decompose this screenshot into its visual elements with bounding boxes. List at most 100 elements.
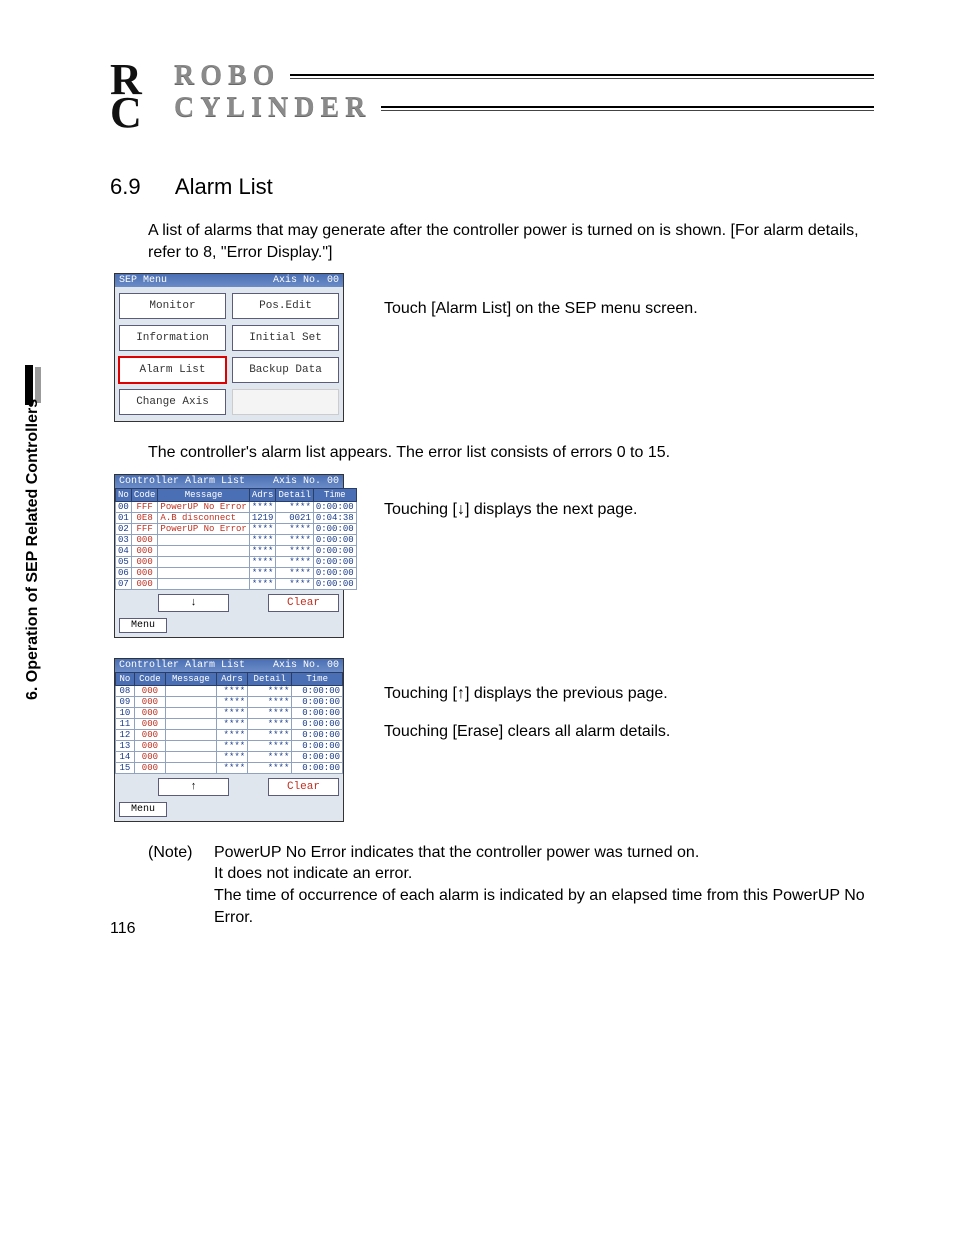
column-header: Adrs bbox=[249, 488, 276, 501]
table-row: 07000********0:00:00 bbox=[116, 578, 357, 589]
sep-menu-button[interactable]: Information bbox=[119, 325, 226, 351]
cell: **** bbox=[216, 740, 247, 751]
cell: PowerUP No Error bbox=[158, 523, 249, 534]
cell: 0:00:00 bbox=[313, 534, 356, 545]
section-title-text: Alarm List bbox=[175, 174, 273, 199]
note-line: It does not indicate an error. bbox=[214, 863, 874, 885]
cell: FFF bbox=[131, 501, 158, 512]
clear-button[interactable]: Clear bbox=[268, 594, 339, 612]
menu-button[interactable]: Menu bbox=[119, 618, 167, 633]
table-row: 08000********0:00:00 bbox=[116, 685, 343, 696]
cell: 000 bbox=[131, 545, 158, 556]
cell: **** bbox=[216, 762, 247, 773]
brand-word-robo: ROBO bbox=[174, 60, 280, 92]
page-down-button[interactable]: ↓ bbox=[158, 594, 229, 612]
table-row: 09000********0:00:00 bbox=[116, 696, 343, 707]
note-line: The time of occurrence of each alarm is … bbox=[214, 885, 874, 928]
column-header: No bbox=[116, 672, 135, 685]
panel-title: Controller Alarm List bbox=[119, 660, 245, 671]
cell: 0E8 bbox=[131, 512, 158, 523]
cell: **** bbox=[249, 567, 276, 578]
cell: **** bbox=[248, 729, 292, 740]
cell: **** bbox=[249, 523, 276, 534]
cell: PowerUP No Error bbox=[158, 501, 249, 512]
brand-header: R C ROBO CYLINDER bbox=[110, 60, 874, 124]
sep-menu-button[interactable]: Initial Set bbox=[232, 325, 339, 351]
cell: 0:00:00 bbox=[313, 523, 356, 534]
cell: 000 bbox=[134, 762, 165, 773]
page-up-button[interactable]: ↑ bbox=[158, 778, 229, 796]
cell: **** bbox=[249, 501, 276, 512]
cell: 0:00:00 bbox=[313, 501, 356, 512]
sep-menu-button bbox=[232, 389, 339, 415]
table-row: 00FFFPowerUP No Error********0:00:00 bbox=[116, 501, 357, 512]
panel-axis: Axis No. 00 bbox=[273, 275, 339, 286]
cell bbox=[158, 556, 249, 567]
column-header: Message bbox=[158, 488, 249, 501]
cell: 0:00:00 bbox=[292, 685, 343, 696]
cell: 0:00:00 bbox=[313, 567, 356, 578]
sep-menu-button[interactable]: Backup Data bbox=[232, 357, 339, 383]
cell bbox=[158, 534, 249, 545]
cell: 02 bbox=[116, 523, 132, 534]
cell: **** bbox=[216, 718, 247, 729]
cell: 0:00:00 bbox=[313, 545, 356, 556]
cell: **** bbox=[216, 751, 247, 762]
cell: FFF bbox=[131, 523, 158, 534]
cell: **** bbox=[276, 501, 313, 512]
cell: 000 bbox=[134, 718, 165, 729]
step-3-caption-a: Touching [↑] displays the previous page. bbox=[384, 682, 670, 706]
cell bbox=[166, 718, 217, 729]
cell: 000 bbox=[131, 556, 158, 567]
note-block: (Note) PowerUP No Error indicates that t… bbox=[148, 842, 874, 928]
menu-button[interactable]: Menu bbox=[119, 802, 167, 817]
cell bbox=[166, 751, 217, 762]
table-row: 11000********0:00:00 bbox=[116, 718, 343, 729]
cell: 000 bbox=[131, 534, 158, 545]
cell: 0:00:00 bbox=[292, 751, 343, 762]
cell: **** bbox=[248, 696, 292, 707]
cell bbox=[166, 762, 217, 773]
clear-button[interactable]: Clear bbox=[268, 778, 339, 796]
table-row: 02FFFPowerUP No Error********0:00:00 bbox=[116, 523, 357, 534]
alarm-list-screenshot-2: Controller Alarm List Axis No. 00 NoCode… bbox=[114, 658, 344, 822]
cell: **** bbox=[248, 762, 292, 773]
cell: 0:00:00 bbox=[292, 740, 343, 751]
cell: 15 bbox=[116, 762, 135, 773]
page-number: 116 bbox=[110, 920, 136, 938]
cell: **** bbox=[249, 556, 276, 567]
cell: 0:00:00 bbox=[313, 578, 356, 589]
column-header: Code bbox=[131, 488, 158, 501]
cell: **** bbox=[248, 707, 292, 718]
cell: 000 bbox=[134, 729, 165, 740]
cell: 000 bbox=[134, 707, 165, 718]
cell bbox=[166, 685, 217, 696]
cell: 1219 bbox=[249, 512, 276, 523]
sep-menu-button[interactable]: Pos.Edit bbox=[232, 293, 339, 319]
panel-axis: Axis No. 00 bbox=[273, 476, 339, 487]
cell: 000 bbox=[134, 685, 165, 696]
cell: **** bbox=[276, 578, 313, 589]
cell: **** bbox=[276, 567, 313, 578]
cell: 03 bbox=[116, 534, 132, 545]
brand-word-cylinder: CYLINDER bbox=[174, 92, 371, 124]
sep-menu-button[interactable]: Monitor bbox=[119, 293, 226, 319]
cell: **** bbox=[276, 534, 313, 545]
table-row: 14000********0:00:00 bbox=[116, 751, 343, 762]
panel-title: Controller Alarm List bbox=[119, 476, 245, 487]
sep-menu-button[interactable]: Alarm List bbox=[119, 357, 226, 383]
column-header: Time bbox=[313, 488, 356, 501]
sep-menu-button[interactable]: Change Axis bbox=[119, 389, 226, 415]
cell: 11 bbox=[116, 718, 135, 729]
step-2-caption: Touching [↓] displays the next page. bbox=[384, 474, 638, 522]
cell: **** bbox=[248, 718, 292, 729]
cell: 07 bbox=[116, 578, 132, 589]
column-header: Message bbox=[166, 672, 217, 685]
cell: 000 bbox=[134, 751, 165, 762]
cell: 0:00:00 bbox=[292, 762, 343, 773]
cell: 00 bbox=[116, 501, 132, 512]
cell: **** bbox=[216, 685, 247, 696]
cell bbox=[166, 696, 217, 707]
cell: A.B disconnect bbox=[158, 512, 249, 523]
cell: **** bbox=[276, 545, 313, 556]
